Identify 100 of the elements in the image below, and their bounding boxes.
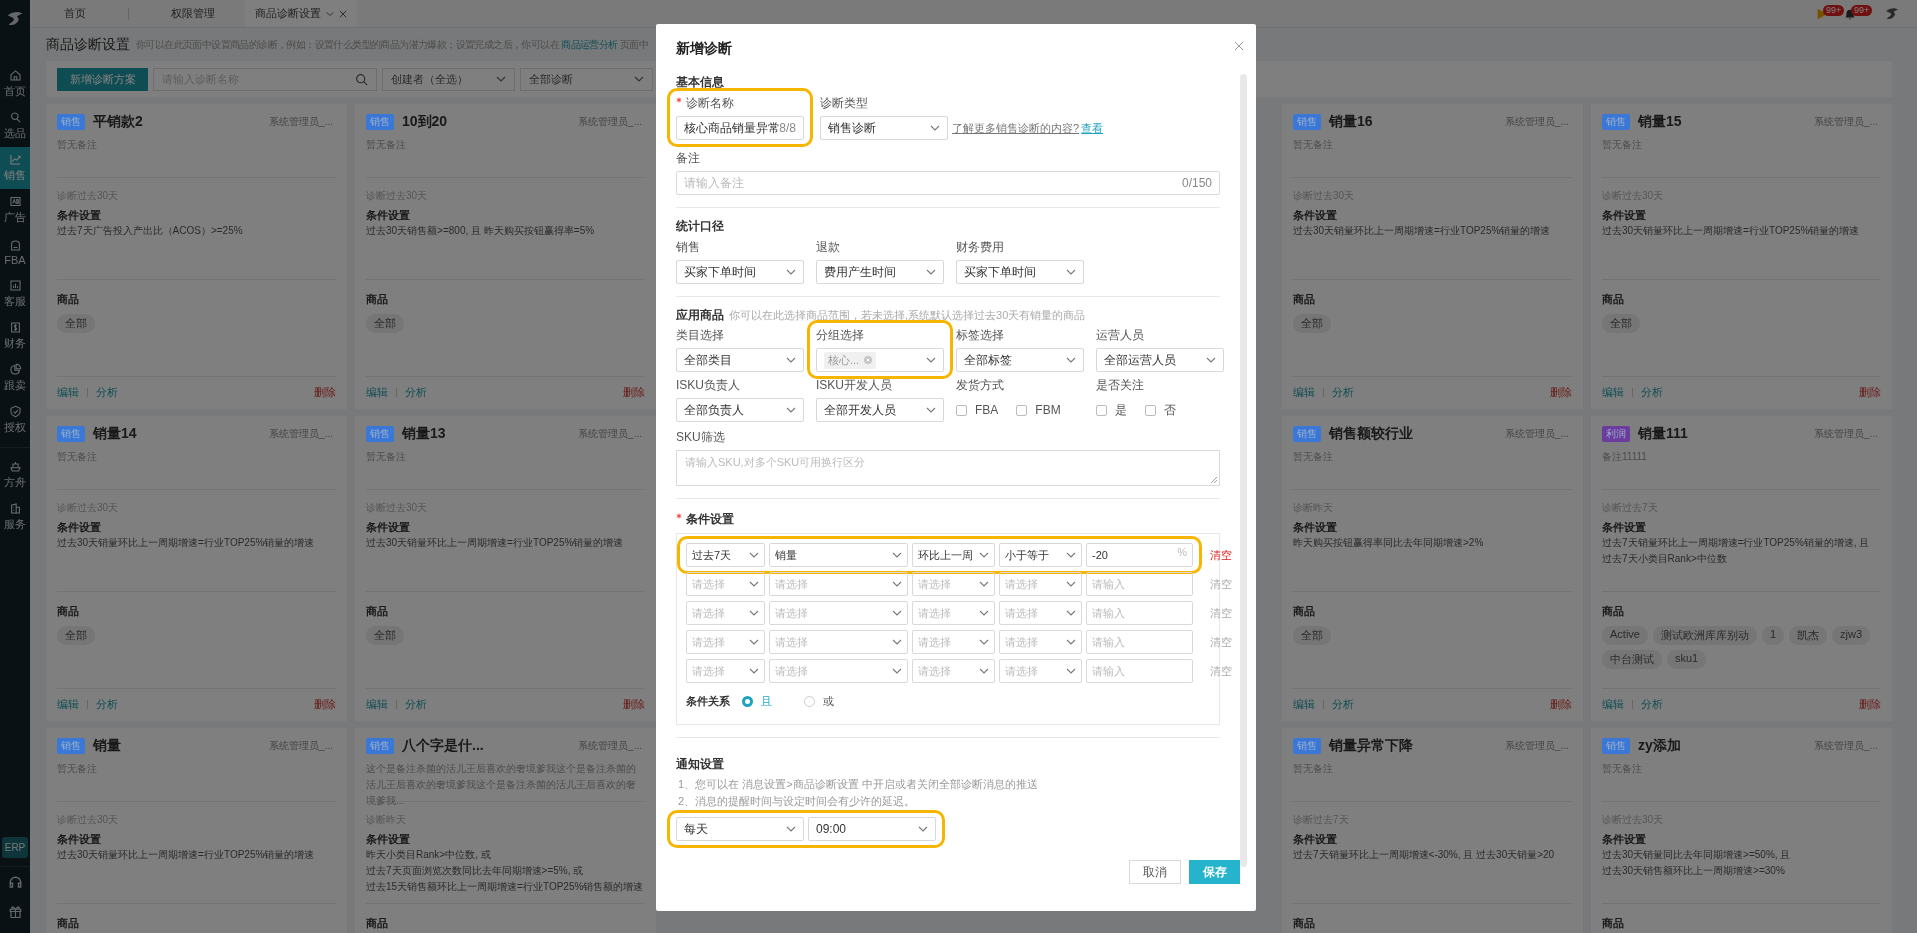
type-dropdown[interactable]: 销售诊断 <box>820 116 948 140</box>
dropdown[interactable]: 请选择 <box>686 630 765 654</box>
value-input[interactable]: 请输入 <box>1086 630 1193 654</box>
dropdown[interactable]: 请选择 <box>686 572 765 596</box>
dropdown[interactable]: 请选择 <box>769 601 908 625</box>
delete-link[interactable]: 删除 <box>314 385 336 400</box>
edit-link[interactable]: 编辑 <box>1293 385 1315 400</box>
edit-link[interactable]: 编辑 <box>366 385 388 400</box>
sidebar-item[interactable]: 销售 <box>0 147 30 189</box>
help-link[interactable]: 了解更多销售诊断的内容? <box>952 120 1080 136</box>
sidebar-item[interactable]: FBA <box>0 231 30 273</box>
search-icon[interactable] <box>355 72 368 86</box>
close-icon[interactable] <box>1234 41 1244 51</box>
checkbox[interactable]: FBA <box>956 403 999 417</box>
chevron-down-icon[interactable] <box>326 9 334 18</box>
dropdown[interactable]: 费用产生时间 <box>816 260 944 284</box>
dropdown[interactable]: 全部运营人员 <box>1096 348 1224 372</box>
filter-dropdown[interactable]: 全部诊断 <box>520 67 653 91</box>
value-input[interactable]: -20 % <box>1086 543 1193 567</box>
scrollbar-thumb[interactable] <box>1240 74 1247 867</box>
delete-link[interactable]: 删除 <box>1550 385 1572 400</box>
cancel-button[interactable]: 取消 <box>1129 860 1181 884</box>
dropdown[interactable]: 过去7天 <box>686 543 765 567</box>
dropdown[interactable]: 全部负责人 <box>676 398 804 422</box>
sidebar-item[interactable]: 客服 <box>0 273 30 315</box>
edit-link[interactable]: 编辑 <box>1293 697 1315 712</box>
filter-dropdown[interactable]: 创建者（全选） <box>382 67 515 91</box>
edit-link[interactable]: 编辑 <box>1602 697 1624 712</box>
dropdown[interactable]: 请选择 <box>912 601 995 625</box>
checkbox[interactable]: 否 <box>1145 401 1176 419</box>
dropdown[interactable]: 请选择 <box>912 630 995 654</box>
sidebar-item[interactable]: 选品 <box>0 105 30 147</box>
dropdown[interactable]: 请选择 <box>912 659 995 683</box>
erp-badge[interactable]: ERP <box>1 837 29 858</box>
dropdown[interactable]: 全部标签 <box>956 348 1084 372</box>
edit-link[interactable]: 编辑 <box>1602 385 1624 400</box>
sidebar-item[interactable]: 财务 <box>0 315 30 357</box>
close-icon[interactable] <box>339 9 347 18</box>
dropdown[interactable]: 请选择 <box>999 572 1082 596</box>
dropdown[interactable]: 请选择 <box>769 572 908 596</box>
dropdown[interactable]: 销量 <box>769 543 908 567</box>
headset-icon[interactable] <box>7 875 23 890</box>
clear-link[interactable]: 清空 <box>1210 605 1232 621</box>
resize-handle-icon[interactable] <box>1210 476 1218 484</box>
sidebar-item[interactable]: 广告 <box>0 189 30 231</box>
dropdown[interactable]: 请选择 <box>912 572 995 596</box>
delete-link[interactable]: 删除 <box>1859 697 1881 712</box>
group-dropdown[interactable]: 核心... <box>816 348 944 372</box>
edit-link[interactable]: 编辑 <box>57 697 79 712</box>
delete-link[interactable]: 删除 <box>623 697 645 712</box>
clear-link[interactable]: 清空 <box>1210 547 1232 563</box>
radio-option[interactable]: 或 <box>804 693 834 709</box>
edit-link[interactable]: 编辑 <box>57 385 79 400</box>
analyze-link[interactable]: 分析 <box>405 697 427 712</box>
dropdown[interactable]: 请选择 <box>686 659 765 683</box>
sidebar-item[interactable]: 跟卖 <box>0 357 30 399</box>
dropdown[interactable]: 请选择 <box>999 601 1082 625</box>
checkbox[interactable]: 是 <box>1096 401 1127 419</box>
dropdown[interactable]: 每天 <box>676 817 804 841</box>
analyze-link[interactable]: 分析 <box>1641 697 1663 712</box>
view-link[interactable]: 查看 <box>1081 120 1104 136</box>
checkbox[interactable]: FBM <box>1016 403 1061 417</box>
clear-link[interactable]: 清空 <box>1210 634 1232 650</box>
dropdown[interactable]: 请选择 <box>999 659 1082 683</box>
analyze-link[interactable]: 分析 <box>1641 385 1663 400</box>
dropdown[interactable]: 请选择 <box>999 630 1082 654</box>
dropdown[interactable]: 买家下单时间 <box>956 260 1084 284</box>
sidebar-item[interactable]: 首页 <box>0 63 30 105</box>
gift-icon[interactable] <box>7 904 23 919</box>
dropdown[interactable]: 全部开发人员 <box>816 398 944 422</box>
delete-link[interactable]: 删除 <box>1550 697 1572 712</box>
dropdown[interactable]: 请选择 <box>769 630 908 654</box>
name-input[interactable]: 核心商品销量异常8/8 <box>676 116 804 140</box>
dropdown[interactable]: 买家下单时间 <box>676 260 804 284</box>
sidebar-item[interactable]: 服务 <box>0 496 30 538</box>
analyze-link[interactable]: 分析 <box>96 697 118 712</box>
analysis-link[interactable]: 商品运营分析 <box>561 38 618 50</box>
analyze-link[interactable]: 分析 <box>405 385 427 400</box>
page-tab[interactable]: 商品诊断设置 <box>245 0 357 27</box>
delete-link[interactable]: 删除 <box>314 697 336 712</box>
value-input[interactable]: 请输入 <box>1086 572 1193 596</box>
dropdown[interactable]: 环比上一周 <box>912 543 995 567</box>
dropdown[interactable]: 全部类目 <box>676 348 804 372</box>
analyze-link[interactable]: 分析 <box>96 385 118 400</box>
save-button[interactable]: 保存 <box>1189 860 1240 884</box>
sidebar-item[interactable]: 授权 <box>0 399 30 441</box>
add-plan-button[interactable]: 新增诊断方案 <box>57 67 148 91</box>
value-input[interactable]: 请输入 <box>1086 601 1193 625</box>
delete-link[interactable]: 删除 <box>623 385 645 400</box>
dropdown[interactable]: 请选择 <box>686 601 765 625</box>
clear-link[interactable]: 清空 <box>1210 663 1232 679</box>
dropdown[interactable]: 请选择 <box>769 659 908 683</box>
remark-input[interactable]: 请输入备注 0/150 <box>676 171 1220 195</box>
analyze-link[interactable]: 分析 <box>1332 385 1354 400</box>
dropdown[interactable]: 小于等于 <box>999 543 1082 567</box>
analyze-link[interactable]: 分析 <box>1332 697 1354 712</box>
sidebar-item[interactable]: 方舟 <box>0 454 30 496</box>
dropdown[interactable]: 09:00 <box>808 817 936 841</box>
page-tab[interactable]: 权限管理 <box>141 0 245 27</box>
delete-link[interactable]: 删除 <box>1859 385 1881 400</box>
